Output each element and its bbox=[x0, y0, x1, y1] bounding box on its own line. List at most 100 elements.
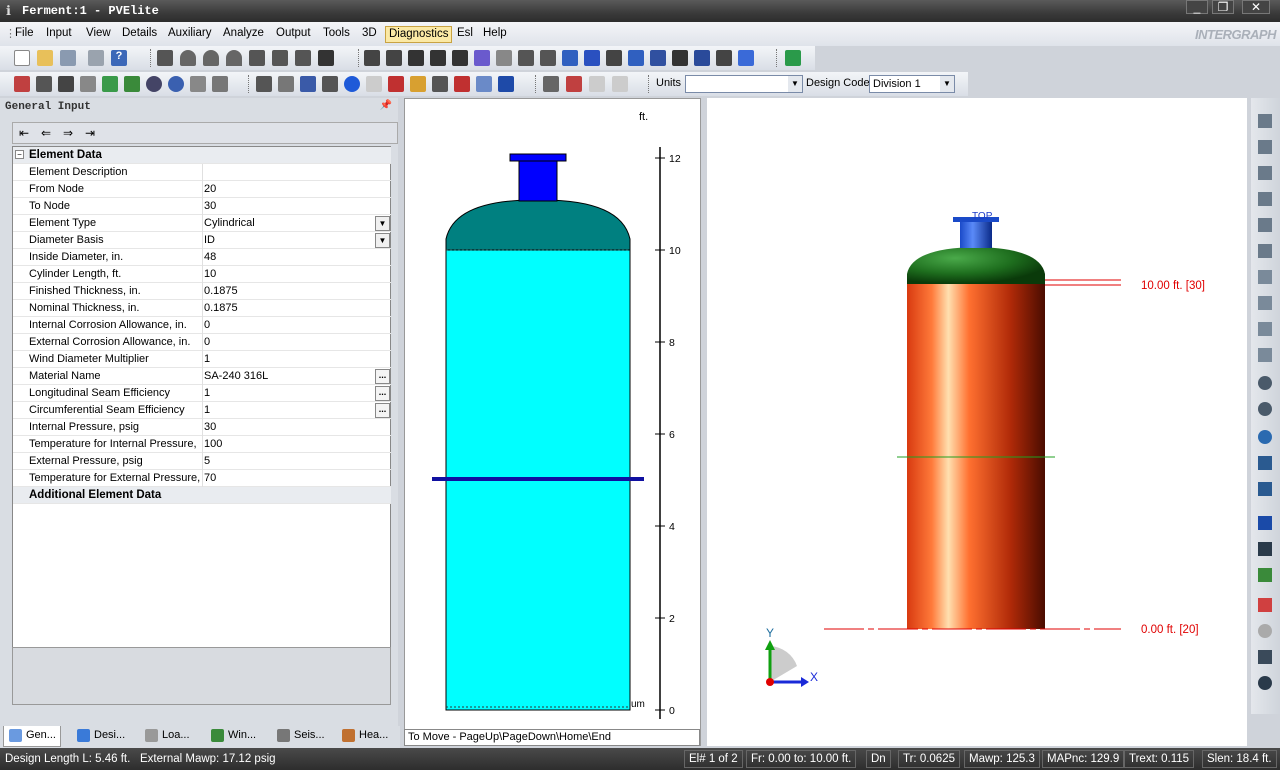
pin-icon[interactable]: 📌 bbox=[380, 100, 392, 111]
property-value[interactable]: SA-240 316L bbox=[204, 370, 268, 382]
property-value[interactable]: 5 bbox=[204, 455, 210, 467]
property-row[interactable]: Circumferential Seam Efficiency 1... bbox=[13, 402, 391, 419]
flange-calc-icon[interactable] bbox=[543, 76, 559, 92]
select-window-icon[interactable] bbox=[1258, 516, 1272, 530]
menu-tools[interactable]: Tools bbox=[320, 26, 353, 43]
property-value[interactable]: 10 bbox=[204, 268, 216, 280]
property-value[interactable]: 0 bbox=[204, 336, 210, 348]
menu-file[interactable]: File bbox=[12, 26, 37, 43]
force-moment-icon[interactable] bbox=[584, 50, 600, 66]
design-code-select[interactable]: Division 1 ▼ bbox=[869, 75, 955, 93]
ellipsis-button[interactable]: ... bbox=[375, 386, 390, 401]
menu-input[interactable]: Input bbox=[43, 26, 75, 43]
property-row[interactable]: To Node 30 bbox=[13, 198, 391, 215]
property-value[interactable]: 30 bbox=[204, 200, 216, 212]
property-row[interactable]: Temperature for Internal Pressure, 100 bbox=[13, 436, 391, 453]
tab-loads[interactable]: Loa... bbox=[140, 726, 194, 747]
property-value[interactable]: 1 bbox=[204, 404, 210, 416]
property-row[interactable]: Wind Diameter Multiplier 1 bbox=[13, 351, 391, 368]
menu-details[interactable]: Details bbox=[119, 26, 160, 43]
property-row[interactable]: Nominal Thickness, in. 0.1875 bbox=[13, 300, 391, 317]
property-row[interactable]: Longitudinal Seam Efficiency 1... bbox=[13, 385, 391, 402]
material-icon[interactable] bbox=[498, 76, 514, 92]
3d-view[interactable]: TOP 10.00 ft. [30] 0.00 ft. [20] Y X bbox=[707, 98, 1247, 746]
torispherical-head-icon[interactable] bbox=[203, 50, 219, 66]
close-button[interactable]: ✕ bbox=[1242, 0, 1270, 14]
property-row[interactable]: Temperature for External Pressure, 70 bbox=[13, 470, 391, 487]
property-value[interactable]: 0.1875 bbox=[204, 285, 238, 297]
zoom-icon[interactable] bbox=[1258, 402, 1272, 416]
iso-view-icon[interactable] bbox=[1258, 270, 1272, 284]
lining-icon[interactable] bbox=[672, 50, 688, 66]
nozzle-icon[interactable] bbox=[386, 50, 402, 66]
head-2d[interactable] bbox=[445, 199, 631, 251]
rotate-icon[interactable] bbox=[102, 76, 118, 92]
restore-button[interactable]: ❐ bbox=[1212, 0, 1234, 14]
export-icon[interactable] bbox=[454, 76, 470, 92]
delete-element-icon[interactable] bbox=[36, 76, 52, 92]
help-icon[interactable]: ? bbox=[111, 50, 127, 66]
first-element-icon[interactable]: ⇤ bbox=[19, 126, 29, 140]
group-element-data[interactable]: − Element Data bbox=[13, 147, 391, 164]
dimension-icon[interactable] bbox=[1258, 650, 1272, 664]
property-value[interactable]: 0.1875 bbox=[204, 302, 238, 314]
tab-heat[interactable]: Hea... bbox=[337, 726, 392, 747]
notes-icon[interactable] bbox=[278, 76, 294, 92]
property-row[interactable]: Inside Diameter, in. 48 bbox=[13, 249, 391, 266]
packing-icon[interactable] bbox=[452, 50, 468, 66]
head-3d[interactable] bbox=[907, 247, 1045, 284]
print-icon[interactable] bbox=[88, 50, 104, 66]
property-value[interactable]: ID bbox=[204, 234, 215, 246]
weight-icon[interactable] bbox=[562, 50, 578, 66]
group-additional-element-data[interactable]: Additional Element Data bbox=[13, 487, 391, 504]
skirt-icon[interactable] bbox=[295, 50, 311, 66]
zoom-window-icon[interactable] bbox=[1258, 376, 1272, 390]
pdf-icon[interactable] bbox=[388, 76, 404, 92]
front-view-icon[interactable] bbox=[1258, 114, 1272, 128]
review-icon[interactable] bbox=[300, 76, 316, 92]
disabled-icon[interactable] bbox=[366, 76, 382, 92]
property-value[interactable]: 0 bbox=[204, 319, 210, 331]
menu-view[interactable]: View bbox=[83, 26, 114, 43]
render-icon[interactable] bbox=[1258, 598, 1272, 612]
globe-icon[interactable] bbox=[344, 76, 360, 92]
bottom-view-icon[interactable] bbox=[1258, 192, 1272, 206]
previous-element-icon[interactable]: ⇐ bbox=[41, 126, 51, 140]
calc-icon[interactable] bbox=[432, 76, 448, 92]
top-view-icon[interactable] bbox=[1258, 166, 1272, 180]
spherical-head-icon[interactable] bbox=[226, 50, 242, 66]
tab-general[interactable]: Gen... bbox=[3, 726, 61, 747]
iso-view-2-icon[interactable] bbox=[1258, 296, 1272, 310]
zoom-icon[interactable] bbox=[146, 76, 162, 92]
elliptical-head-icon[interactable] bbox=[180, 50, 196, 66]
insert-element-icon[interactable] bbox=[58, 76, 74, 92]
split-element-icon[interactable] bbox=[14, 76, 30, 92]
property-row[interactable]: Diameter Basis ID ▼ bbox=[13, 232, 391, 249]
table-icon[interactable] bbox=[124, 76, 140, 92]
property-value[interactable]: 100 bbox=[204, 438, 222, 450]
ellipsis-button[interactable]: ... bbox=[375, 369, 390, 384]
liquid-icon[interactable] bbox=[606, 50, 622, 66]
right-view-icon[interactable] bbox=[1258, 244, 1272, 258]
back-view-icon[interactable] bbox=[1258, 140, 1272, 154]
nozzle-3d[interactable] bbox=[960, 220, 992, 248]
property-row[interactable]: Internal Corrosion Allowance, in. 0 bbox=[13, 317, 391, 334]
stiffener-ring-icon[interactable] bbox=[364, 50, 380, 66]
sphere-icon[interactable] bbox=[168, 76, 184, 92]
property-row[interactable]: Cylinder Length, ft. 10 bbox=[13, 266, 391, 283]
list-dialog-icon[interactable] bbox=[738, 50, 754, 66]
iso-view-4-icon[interactable] bbox=[1258, 348, 1272, 362]
property-row[interactable]: Finished Thickness, in. 0.1875 bbox=[13, 283, 391, 300]
lug-icon[interactable] bbox=[496, 50, 512, 66]
orbit-icon[interactable] bbox=[1258, 430, 1272, 444]
halfpipe-icon[interactable] bbox=[628, 50, 644, 66]
disabled-tool-icon[interactable] bbox=[589, 76, 605, 92]
wind-icon[interactable] bbox=[694, 50, 710, 66]
database-icon[interactable] bbox=[476, 76, 492, 92]
units-select[interactable]: ▼ bbox=[685, 75, 803, 93]
menu-auxiliary[interactable]: Auxiliary bbox=[165, 26, 214, 43]
property-value[interactable]: 70 bbox=[204, 472, 216, 484]
pan-icon[interactable] bbox=[1258, 456, 1272, 470]
leg-icon[interactable] bbox=[518, 50, 534, 66]
property-row[interactable]: Internal Pressure, psig 30 bbox=[13, 419, 391, 436]
